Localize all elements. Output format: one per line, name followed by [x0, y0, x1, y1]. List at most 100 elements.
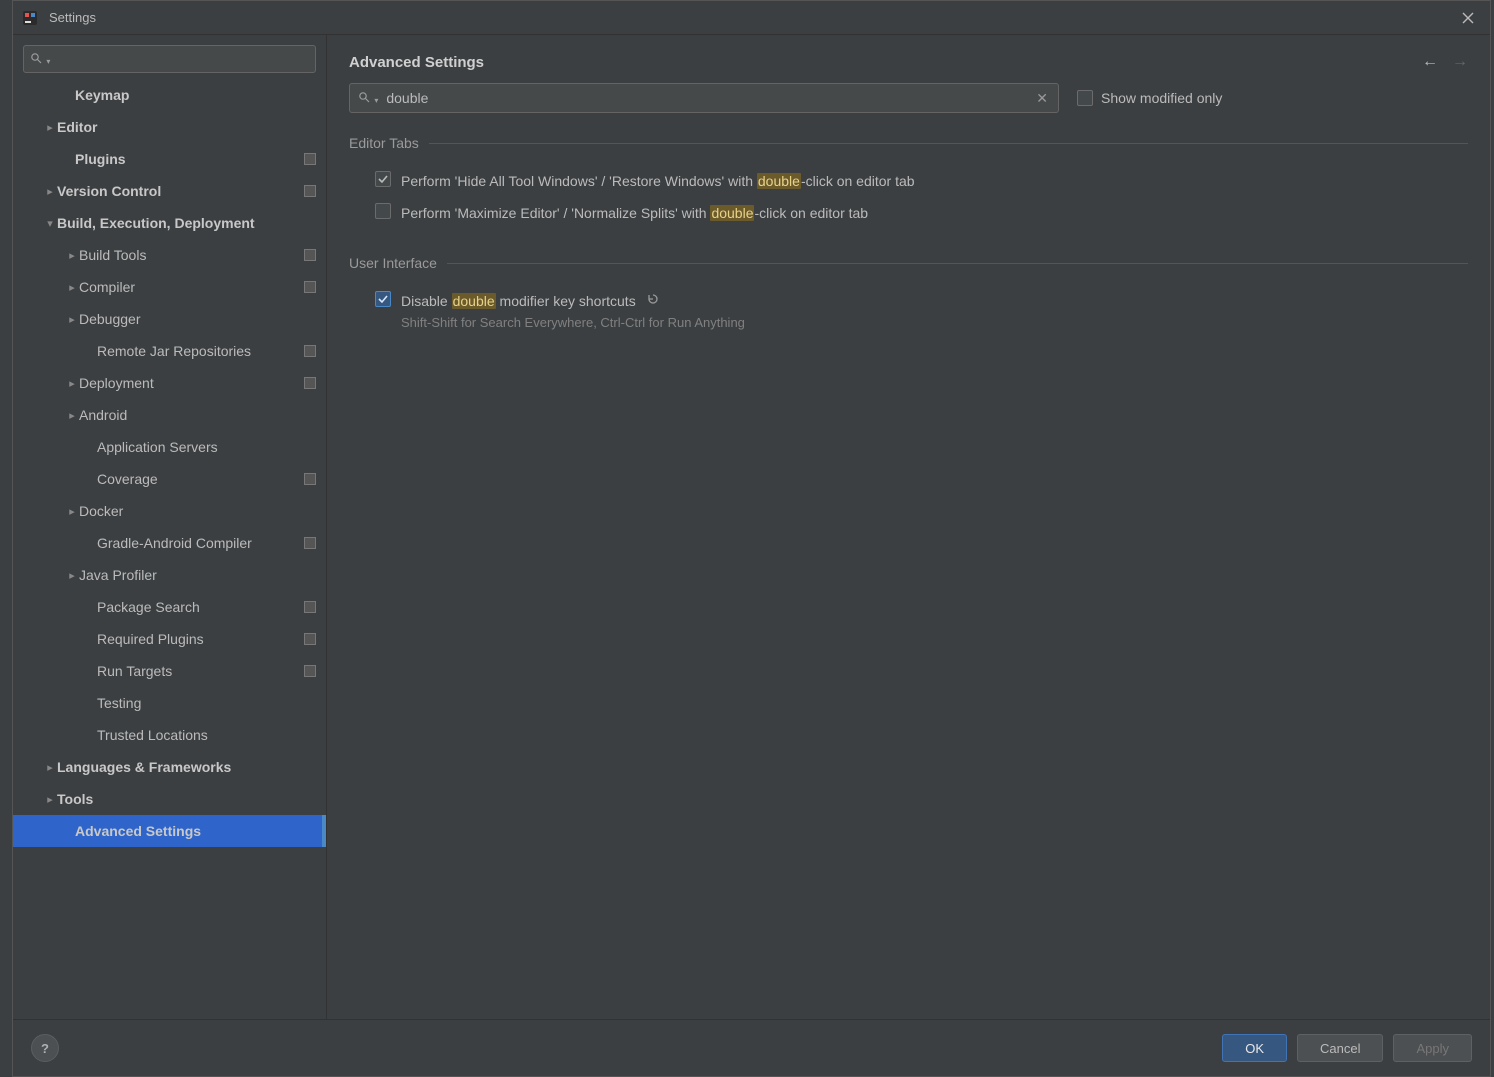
tree-item[interactable]: ▸Compiler [13, 271, 326, 303]
tree-item[interactable]: Package Search [13, 591, 326, 623]
tree-item[interactable]: Application Servers [13, 431, 326, 463]
tree-item[interactable]: Run Targets [13, 655, 326, 687]
chevron-icon: ▸ [65, 313, 79, 326]
tree-item-label: Trusted Locations [97, 727, 208, 743]
project-scope-icon [304, 281, 316, 293]
tree-item-label: Java Profiler [79, 567, 157, 583]
chevron-icon: ▾ [43, 217, 57, 230]
project-scope-icon [304, 537, 316, 549]
tree-item[interactable]: ▸Android [13, 399, 326, 431]
show-modified-only[interactable]: Show modified only [1077, 90, 1222, 106]
tree-item-label: Version Control [57, 183, 161, 199]
tree-item-label: Gradle-Android Compiler [97, 535, 252, 551]
sidebar-search-input[interactable] [54, 52, 309, 67]
tree-item[interactable]: ▸Docker [13, 495, 326, 527]
tree-item-label: Debugger [79, 311, 141, 327]
tree-item[interactable]: ▸Tools [13, 783, 326, 815]
tree-item[interactable]: Testing [13, 687, 326, 719]
section-title: Editor Tabs [349, 135, 419, 151]
tree-item[interactable]: Required Plugins [13, 623, 326, 655]
tree-item[interactable]: Keymap [13, 79, 326, 111]
chevron-icon: ▸ [43, 793, 57, 806]
window-title: Settings [49, 10, 96, 25]
chevron-icon: ▸ [43, 761, 57, 774]
show-modified-label: Show modified only [1101, 90, 1222, 106]
project-scope-icon [304, 345, 316, 357]
tree-item-label: Compiler [79, 279, 135, 295]
project-scope-icon [304, 153, 316, 165]
tree-item-label: Application Servers [97, 439, 218, 455]
help-button[interactable]: ? [31, 1034, 59, 1062]
chevron-icon: ▸ [65, 505, 79, 518]
section-title: User Interface [349, 255, 437, 271]
settings-dialog: Settings ▾ Keymap▸EditorPlugins▸Version … [12, 0, 1491, 1077]
nav-back-icon[interactable]: ← [1422, 53, 1438, 71]
tree-item-label: Build Tools [79, 247, 146, 263]
tree-item-label: Run Targets [97, 663, 172, 679]
tree-item[interactable]: Gradle-Android Compiler [13, 527, 326, 559]
tree-item[interactable]: ▸Java Profiler [13, 559, 326, 591]
project-scope-icon [304, 185, 316, 197]
chevron-icon: ▸ [43, 185, 57, 198]
tree-item-label: Advanced Settings [75, 823, 201, 839]
show-modified-checkbox[interactable] [1077, 90, 1093, 106]
tree-item-label: Remote Jar Repositories [97, 343, 251, 359]
tree-item[interactable]: Coverage [13, 463, 326, 495]
tree-item-label: Docker [79, 503, 123, 519]
close-button[interactable] [1454, 4, 1482, 32]
project-scope-icon [304, 249, 316, 261]
project-scope-icon [304, 473, 316, 485]
tree-item[interactable]: ▾Build, Execution, Deployment [13, 207, 326, 239]
tree-item-label: Deployment [79, 375, 154, 391]
checkbox[interactable] [375, 171, 391, 187]
tree-item[interactable]: Trusted Locations [13, 719, 326, 751]
tree-item-label: Keymap [75, 87, 129, 103]
filter-box[interactable]: ▾ ✕ [349, 83, 1059, 113]
project-scope-icon [304, 633, 316, 645]
option-disable-double-modifier[interactable]: Disable double modifier key shortcuts Sh… [349, 285, 1468, 336]
cancel-button[interactable]: Cancel [1297, 1034, 1383, 1062]
tree-item[interactable]: Plugins [13, 143, 326, 175]
apply-button[interactable]: Apply [1393, 1034, 1472, 1062]
project-scope-icon [304, 377, 316, 389]
page-title: Advanced Settings [349, 54, 484, 71]
sidebar-search[interactable]: ▾ [23, 45, 316, 73]
tree-item[interactable]: ▸Deployment [13, 367, 326, 399]
revert-icon[interactable] [646, 293, 660, 309]
chevron-icon: ▸ [43, 121, 57, 134]
tree-item[interactable]: ▸Languages & Frameworks [13, 751, 326, 783]
nav-forward-icon: → [1452, 53, 1468, 71]
project-scope-icon [304, 601, 316, 613]
ok-button[interactable]: OK [1222, 1034, 1287, 1062]
option-maximize-editor[interactable]: Perform 'Maximize Editor' / 'Normalize S… [349, 197, 1468, 229]
sidebar: ▾ Keymap▸EditorPlugins▸Version Control▾B… [13, 35, 327, 1019]
chevron-icon: ▸ [65, 377, 79, 390]
clear-filter-icon[interactable]: ✕ [1034, 90, 1050, 107]
option-hide-tool-windows[interactable]: Perform 'Hide All Tool Windows' / 'Resto… [349, 165, 1468, 197]
tree-item-label: Package Search [97, 599, 200, 615]
tree-item-label: Languages & Frameworks [57, 759, 231, 775]
tree-item[interactable]: ▸Version Control [13, 175, 326, 207]
tree-item[interactable]: ▸Debugger [13, 303, 326, 335]
tree-item[interactable]: Remote Jar Repositories [13, 335, 326, 367]
tree-item-label: Plugins [75, 151, 126, 167]
checkbox[interactable] [375, 291, 391, 307]
option-hint: Shift-Shift for Search Everywhere, Ctrl-… [401, 315, 745, 330]
tree-item-label: Testing [97, 695, 141, 711]
search-icon: ▾ [30, 52, 50, 67]
tree-item-label: Android [79, 407, 127, 423]
chevron-icon: ▸ [65, 569, 79, 582]
tree-item[interactable]: ▸Editor [13, 111, 326, 143]
filter-input[interactable] [386, 90, 1034, 106]
tree-item[interactable]: Advanced Settings [13, 815, 326, 847]
tree-item-label: Build, Execution, Deployment [57, 215, 255, 231]
chevron-icon: ▸ [65, 409, 79, 422]
tree-item-label: Editor [57, 119, 97, 135]
tree-item-label: Required Plugins [97, 631, 204, 647]
section-user-interface: User Interface Disable double modifier k… [349, 255, 1468, 336]
checkbox[interactable] [375, 203, 391, 219]
settings-tree[interactable]: Keymap▸EditorPlugins▸Version Control▾Bui… [13, 79, 326, 1019]
app-icon [21, 9, 39, 27]
tree-item[interactable]: ▸Build Tools [13, 239, 326, 271]
section-editor-tabs: Editor Tabs Perform 'Hide All Tool Windo… [349, 135, 1468, 229]
